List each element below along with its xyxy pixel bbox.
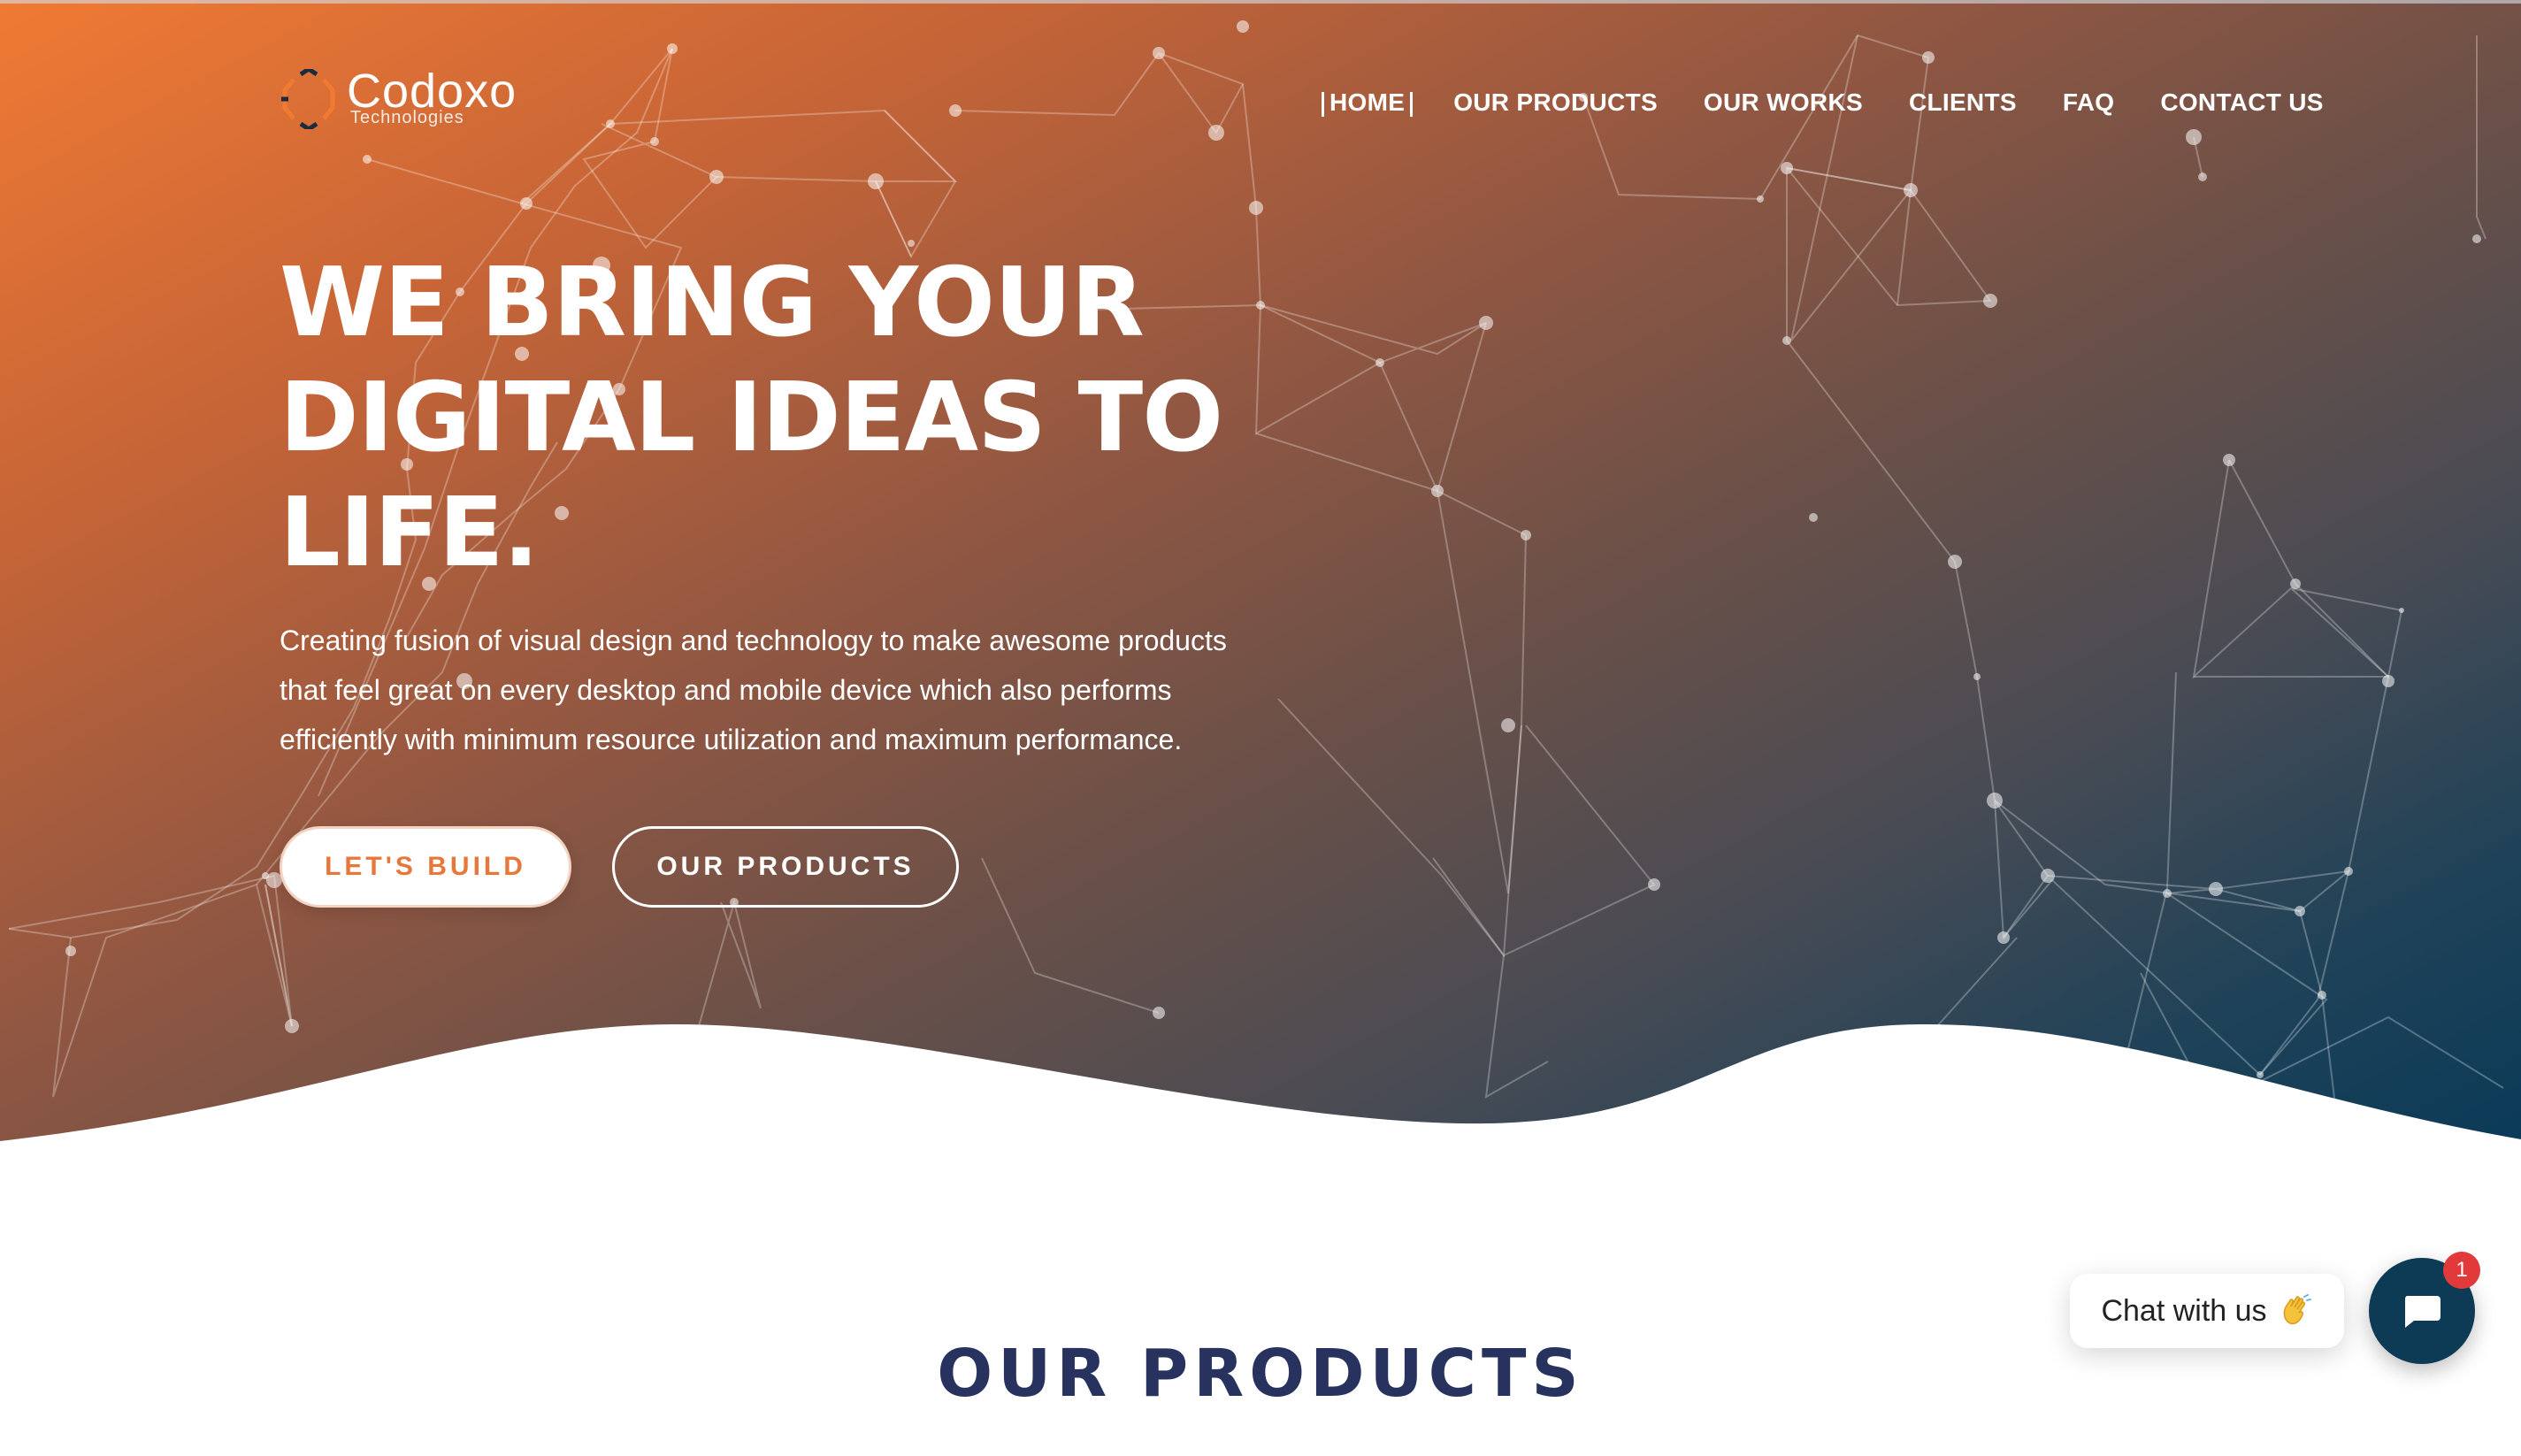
brand-logo[interactable]: Codoxo Technologies <box>281 65 529 133</box>
nav-item-label: HOME <box>1329 88 1406 116</box>
hero-wave-divider <box>0 1023 2521 1150</box>
active-indicator-right <box>1410 91 1414 117</box>
nav-item-faq[interactable]: FAQ <box>2063 88 2114 117</box>
chat-prompt[interactable]: Chat with us <box>2070 1274 2344 1348</box>
headline-line-2: DIGITAL IDEAS TO <box>280 363 1223 473</box>
landing-page: Codoxo Technologies HOME OUR PRODUCTS OU… <box>0 0 2521 1456</box>
hero-description: Creating fusion of visual design and tec… <box>280 616 1288 764</box>
codoxo-logo-icon <box>281 69 335 129</box>
headline-line-3: LIFE. <box>280 478 540 588</box>
main-navigation: HOME OUR PRODUCTS OUR WORKS CLIENTS FAQ … <box>1316 85 2370 120</box>
nav-item-clients[interactable]: CLIENTS <box>1909 88 2017 117</box>
headline-line-1: WE BRING YOUR <box>280 248 1145 358</box>
description-line-1: Creating fusion of visual design and tec… <box>280 625 1227 656</box>
hero-headline: WE BRING YOUR DIGITAL IDEAS TO LIFE. <box>280 246 1297 591</box>
lets-build-button[interactable]: LET'S BUILD <box>280 826 571 908</box>
our-products-button[interactable]: OUR PRODUCTS <box>612 826 959 908</box>
brand-tagline: Technologies <box>350 108 464 127</box>
chat-bubble-icon <box>2404 1296 2441 1328</box>
hero-section: Codoxo Technologies HOME OUR PRODUCTS OU… <box>0 0 2521 1150</box>
nav-item-contact-us[interactable]: CONTACT US <box>2160 88 2323 117</box>
description-line-2: that feel great on every desktop and mob… <box>280 674 1172 706</box>
chat-notification-badge: 1 <box>2443 1252 2480 1289</box>
nav-item-our-products[interactable]: OUR PRODUCTS <box>1453 88 1658 117</box>
nav-item-our-works[interactable]: OUR WORKS <box>1704 88 1863 117</box>
description-line-3: efficiently with minimum resource utiliz… <box>280 724 1183 755</box>
nav-item-home[interactable]: HOME <box>1316 88 1418 117</box>
waving-hand-icon <box>2283 1294 2311 1325</box>
chat-label: Chat with us <box>2101 1293 2267 1328</box>
active-indicator-left <box>1322 91 1324 117</box>
